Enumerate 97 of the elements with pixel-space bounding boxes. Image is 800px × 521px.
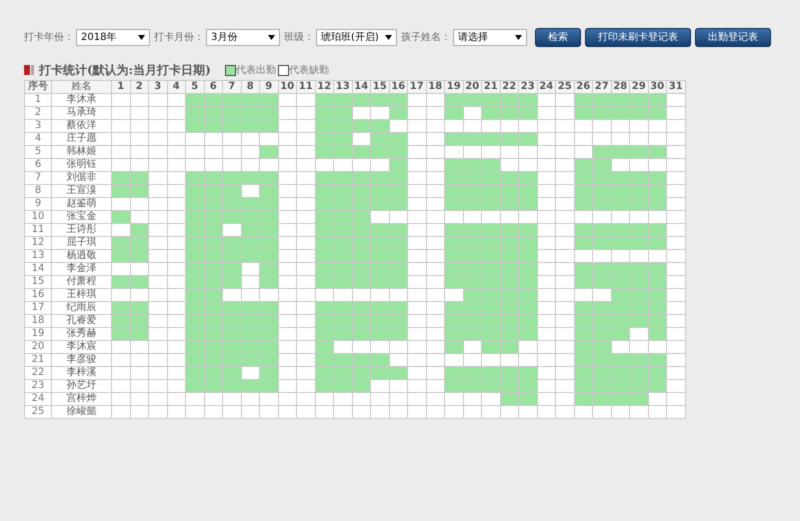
table-cell: 18 [24, 314, 52, 328]
table-cell: 9 [24, 198, 52, 210]
column-header: 1 [112, 80, 130, 94]
table-cell: 李沐承 [52, 94, 112, 106]
dropdown[interactable]: 3月份 [206, 28, 280, 46]
column-header: 16 [389, 80, 408, 94]
table-cell: 2 [24, 106, 52, 120]
column-header: 28 [611, 80, 630, 94]
table-cell: 李沐宸 [52, 340, 112, 354]
column-header: 26 [574, 80, 592, 94]
column-header: 7 [222, 80, 241, 94]
column-header: 18 [426, 80, 444, 94]
filter-label: 班级： [284, 30, 314, 44]
table-cell: 17 [24, 302, 52, 314]
column-header: 30 [648, 80, 666, 94]
column-header: 19 [444, 80, 463, 94]
table-cell: 8 [24, 184, 52, 198]
table-cell: 15 [24, 276, 52, 288]
legend-label: 代表出勤 [236, 64, 276, 77]
filter-label: 打卡年份： [24, 30, 74, 44]
table-cell: 马承琦 [52, 106, 112, 120]
table-cell: 刘倨非 [52, 172, 112, 184]
table-cell: 蔡依洋 [52, 120, 112, 132]
table-cell: 10 [24, 210, 52, 224]
table-cell: 23 [24, 380, 52, 392]
action-button[interactable]: 打印未刷卡登记表 [584, 28, 691, 46]
table-cell: 赵鉴萌 [52, 198, 112, 210]
table-cell: 6 [24, 158, 52, 172]
dropdown[interactable]: 2018年 [76, 28, 150, 46]
column-header: 17 [408, 80, 426, 94]
table-cell: 王诗彤 [52, 224, 112, 236]
column-header: 14 [352, 80, 370, 94]
table-cell: 张秀赫 [52, 328, 112, 340]
column-header: 5 [186, 80, 204, 94]
table-cell: 徐峻懿 [52, 406, 112, 418]
filter-label: 打卡月份： [154, 30, 204, 44]
table-cell: 张明钰 [52, 158, 112, 172]
table-cell: 25 [24, 406, 52, 418]
column-header: 9 [260, 80, 278, 94]
table-cell: 21 [24, 354, 52, 366]
column-header: 29 [630, 80, 648, 94]
column-header: 31 [666, 80, 685, 94]
table-cell: 1 [24, 94, 52, 106]
column-header: 22 [500, 80, 518, 94]
column-header: 21 [482, 80, 500, 94]
table-cell: 李梓溪 [52, 366, 112, 380]
dropdown[interactable]: 琥珀班(开启) [316, 28, 397, 46]
column-header: 2 [130, 80, 148, 94]
column-header: 4 [167, 80, 186, 94]
table-cell: 付萧程 [52, 276, 112, 288]
column-header: 姓名 [52, 80, 112, 94]
table-cell: 11 [24, 224, 52, 236]
action-button[interactable]: 检索 [534, 28, 581, 46]
table-cell: 李金泽 [52, 262, 112, 276]
column-header: 13 [334, 80, 352, 94]
table-cell: 14 [24, 262, 52, 276]
column-header: 20 [463, 80, 482, 94]
table-cell: 20 [24, 340, 52, 354]
column-header: 10 [278, 80, 296, 94]
table-cell: 屈子琪 [52, 236, 112, 250]
table-cell: 孔睿爱 [52, 314, 112, 328]
filter-label: 孩子姓名： [400, 30, 451, 44]
table-cell: 22 [24, 366, 52, 380]
legend-label: 代表缺勤 [288, 64, 329, 77]
table-cell: 王梓琪 [52, 288, 112, 302]
table-cell: 13 [24, 250, 52, 262]
table-cell: 7 [24, 172, 52, 184]
action-button[interactable]: 出勤登记表 [694, 28, 771, 46]
table-cell: 3 [24, 120, 52, 132]
table-cell: 24 [24, 392, 52, 406]
column-header: 11 [296, 80, 315, 94]
column-header: 24 [537, 80, 556, 94]
table-cell: 杨逍敬 [52, 250, 112, 262]
table-cell: 16 [24, 288, 52, 302]
column-header: 6 [204, 80, 222, 94]
column-header: 序号 [24, 80, 52, 94]
column-header: 12 [315, 80, 334, 94]
column-header: 25 [556, 80, 574, 94]
table-cell: 12 [24, 236, 52, 250]
column-header: 23 [518, 80, 537, 94]
section-title: 打卡统计(默认为:当月打卡日期) [39, 62, 211, 78]
table-cell: 张宝金 [52, 210, 112, 224]
table-cell: 5 [24, 146, 52, 158]
table-cell: 庄子愿 [52, 132, 112, 146]
table-cell: 韩林姬 [52, 146, 112, 158]
column-header: 27 [592, 80, 611, 94]
table-cell: 4 [24, 132, 52, 146]
table-cell: 李彦骏 [52, 354, 112, 366]
table-cell: 宫梓烨 [52, 392, 112, 406]
table-cell: 王宣溴 [52, 184, 112, 198]
table-cell: 19 [24, 328, 52, 340]
table-cell: 孙艺圩 [52, 380, 112, 392]
column-header: 15 [370, 80, 389, 94]
table-cell: 纪雨辰 [52, 302, 112, 314]
column-header: 8 [241, 80, 260, 94]
dropdown[interactable]: 请选择 [452, 28, 527, 46]
column-header: 3 [148, 80, 167, 94]
